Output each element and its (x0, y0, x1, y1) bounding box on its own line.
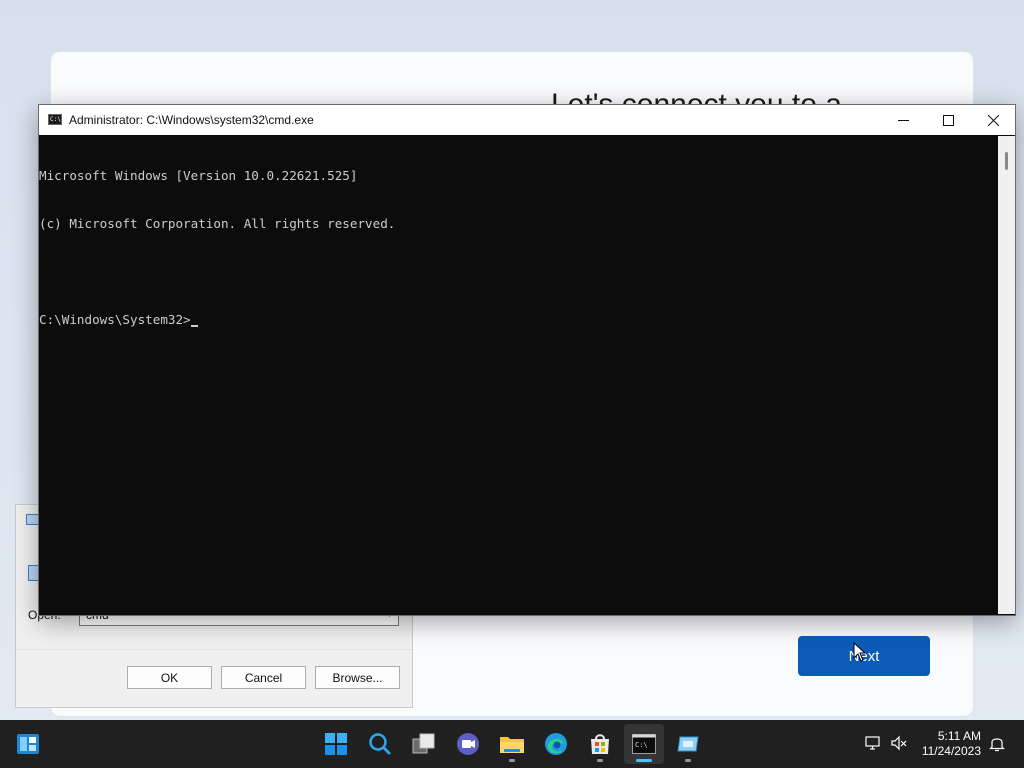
teams-chat-icon (457, 733, 479, 755)
cancel-button[interactable]: Cancel (221, 666, 306, 689)
edge-icon (545, 733, 567, 755)
active-indicator (636, 759, 652, 762)
chat-button[interactable] (448, 724, 488, 764)
start-button[interactable] (316, 724, 356, 764)
widgets-button[interactable] (8, 724, 48, 764)
task-view-button[interactable] (404, 724, 444, 764)
cmd-window[interactable]: C:\ Administrator: C:\Windows\system32\c… (38, 104, 1016, 616)
console-prompt-line: C:\Windows\System32> (39, 312, 999, 328)
svg-text:C:\: C:\ (635, 741, 648, 749)
store-button[interactable] (580, 724, 620, 764)
text-cursor (190, 325, 198, 327)
widgets-icon (17, 734, 39, 754)
file-explorer-button[interactable] (492, 724, 532, 764)
mouse-pointer-icon (853, 642, 867, 662)
cmd-icon: C:\ (48, 114, 62, 125)
cmd-titlebar[interactable]: C:\ Administrator: C:\Windows\system32\c… (39, 105, 1015, 135)
folder-icon (500, 737, 524, 753)
run-icon (677, 736, 699, 752)
close-icon[interactable] (970, 105, 1016, 135)
volume-muted-icon[interactable] (890, 734, 908, 752)
cmd-taskbar-button[interactable]: C:\ (624, 724, 664, 764)
ok-button[interactable]: OK (127, 666, 212, 689)
scrollbar-thumb[interactable] (1005, 152, 1008, 170)
network-icon[interactable] (864, 734, 882, 752)
windows-start-icon (325, 733, 347, 755)
console-line: (c) Microsoft Corporation. All rights re… (39, 216, 396, 231)
cmd-window-title: Administrator: C:\Windows\system32\cmd.e… (69, 113, 314, 127)
running-indicator (685, 759, 691, 762)
console-prompt: C:\Windows\System32> (39, 312, 191, 327)
notification-icon[interactable] (988, 734, 1006, 752)
minimize-icon[interactable] (880, 105, 926, 135)
clock-date: 11/24/2023 (921, 744, 981, 758)
console-output[interactable]: Microsoft Windows [Version 10.0.22621.52… (39, 136, 999, 614)
search-button[interactable] (360, 724, 400, 764)
scrollbar[interactable] (998, 136, 1015, 614)
browse-button[interactable]: Browse... (315, 666, 400, 689)
clock-time: 5:11 AM (937, 729, 981, 743)
cmd-icon: C:\ (632, 734, 656, 754)
run-taskbar-button[interactable] (668, 724, 708, 764)
running-indicator (597, 759, 603, 762)
task-view-icon (412, 733, 435, 754)
store-icon (591, 734, 609, 754)
console-line: Microsoft Windows [Version 10.0.22621.52… (39, 168, 358, 183)
search-icon (369, 733, 391, 755)
edge-button[interactable] (536, 724, 576, 764)
taskbar: C:\ 5:11 AM 11/24/2023 (0, 720, 1024, 768)
maximize-icon[interactable] (925, 105, 971, 135)
clock[interactable]: 5:11 AM 11/24/2023 (922, 729, 981, 759)
running-indicator (509, 759, 515, 762)
